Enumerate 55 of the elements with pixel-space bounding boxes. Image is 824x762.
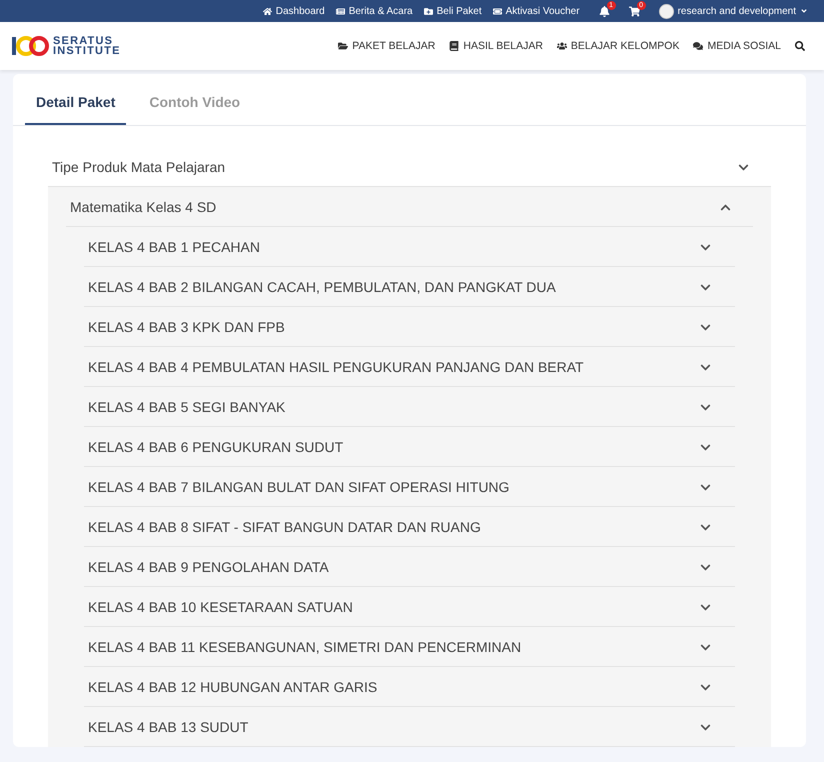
user-menu[interactable]: research and development [658, 4, 808, 18]
chevron-down-icon [700, 602, 711, 612]
chapter-row[interactable]: KELAS 4 BAB 13 SUDUT [84, 707, 735, 747]
folder-icon [338, 41, 348, 51]
chevron-down-icon [700, 522, 711, 532]
top-bar-link[interactable]: Aktivasi Voucher [492, 6, 580, 16]
search-icon[interactable] [795, 41, 805, 51]
chevron-down-icon [700, 682, 711, 692]
chapter-row[interactable]: KELAS 4 BAB 10 KESETARAAN SATUAN [84, 587, 735, 627]
chevron-down-icon [700, 242, 711, 252]
book-icon [449, 41, 460, 51]
chapter-row[interactable]: KELAS 4 BAB 3 KPK DAN FPB [84, 307, 735, 347]
chapter-row[interactable]: KELAS 4 BAB 8 SIFAT - SIFAT BANGUN DATAR DAN RUANG [84, 507, 735, 547]
ticket-icon [492, 6, 502, 16]
chapter-row[interactable]: KELAS 4 BAB 11 KESEBANGUNAN, SIMETRI DAN PENCERMINAN [84, 627, 735, 667]
chapter-row[interactable]: KELAS 4 BAB 7 BILANGAN BULAT DAN SIFAT OPERASI HITUNG [84, 467, 735, 507]
top-bar-link[interactable]: Dashboard [262, 6, 325, 16]
users-icon [556, 41, 567, 51]
logo-text: INSTITUTE [53, 46, 121, 56]
tab[interactable]: Detail Paket [25, 74, 126, 125]
bell-icon[interactable] [598, 6, 610, 16]
chevron-down-icon [700, 442, 711, 452]
chevron-down-icon [700, 562, 711, 572]
logo-icon [12, 34, 50, 58]
accordion-header[interactable]: Matematika Kelas 4 SD [66, 187, 753, 227]
chapter-row[interactable]: KELAS 4 BAB 1 PECAHAN [84, 227, 735, 267]
chapter-row[interactable]: KELAS 4 BAB 6 PENGUKURAN SUDUT [84, 427, 735, 467]
chevron-down-icon [700, 282, 711, 292]
avatar-icon [658, 4, 674, 18]
chevron-up-icon [720, 202, 731, 212]
chevron-down-icon [700, 642, 711, 652]
chapter-row[interactable]: KELAS 4 BAB 5 SEGI BANYAK [84, 387, 735, 427]
chapter-row[interactable]: KELAS 4 BAB 9 PENGOLAHAN DATA [84, 547, 735, 587]
chapter-row[interactable]: KELAS 4 BAB 12 HUBUNGAN ANTAR GARIS [84, 667, 735, 707]
nav-link[interactable]: PAKET BELAJAR [338, 40, 436, 52]
chevron-down-icon [700, 402, 711, 412]
chevron-down-icon [700, 482, 711, 492]
caret-icon [800, 7, 808, 15]
chevron-down-icon [700, 362, 711, 372]
chevron-down-icon [738, 162, 749, 172]
home-icon [262, 6, 272, 16]
chevron-down-icon [700, 322, 711, 332]
nav-link[interactable]: HASIL BELAJAR [449, 40, 543, 52]
top-bar-link[interactable]: Beli Paket [424, 6, 482, 16]
top-bar-link[interactable]: Berita & Acara [336, 6, 413, 16]
nav-link[interactable]: MEDIA SOSIAL [693, 40, 781, 52]
cart-icon[interactable] [628, 6, 640, 16]
folder-plus-icon [424, 6, 433, 16]
logo-text: SERATUS [53, 36, 114, 46]
chapter-row[interactable]: KELAS 4 BAB 4 PEMBULATAN HASIL PENGUKURAN PANJANG DAN BERAT [84, 347, 735, 387]
newspaper-icon [336, 6, 345, 16]
chevron-down-icon [700, 722, 711, 732]
chat-icon [693, 41, 704, 51]
chapter-row[interactable]: KELAS 4 BAB 2 BILANGAN CACAH, PEMBULATAN, DAN PANGKAT DUA [84, 267, 735, 307]
nav-link[interactable]: BELAJAR KELOMPOK [556, 40, 680, 52]
